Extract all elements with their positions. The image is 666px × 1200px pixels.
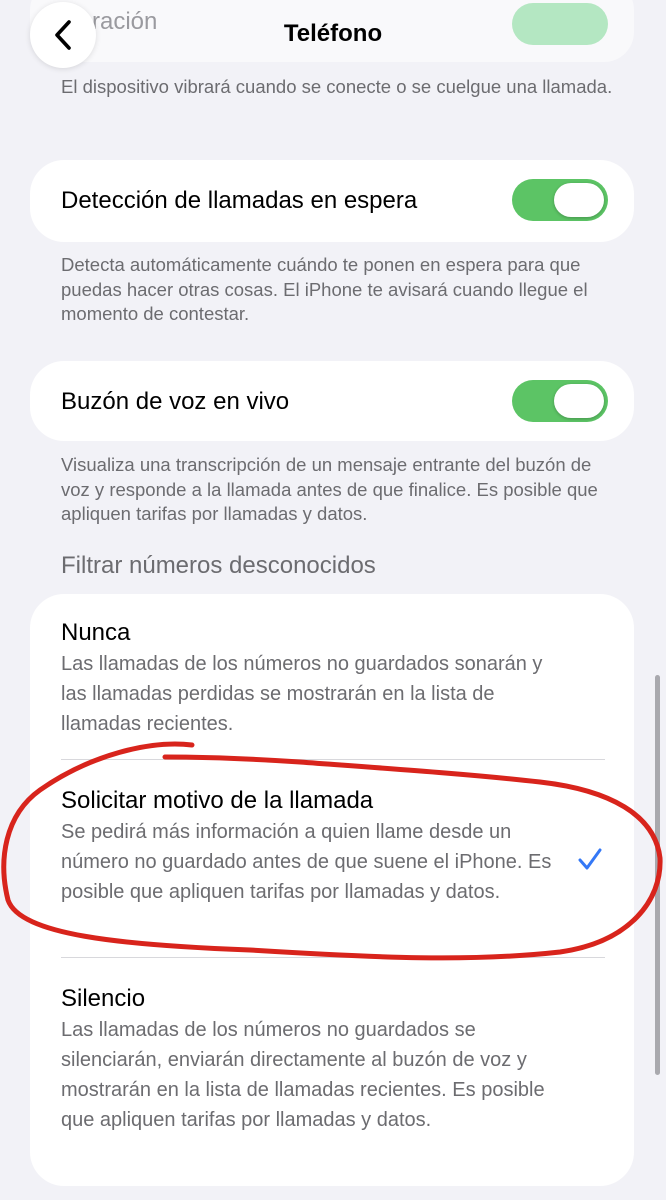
divider bbox=[61, 759, 605, 760]
toggle-knob bbox=[554, 183, 604, 217]
option-never-title[interactable]: Nunca bbox=[61, 619, 130, 647]
live-voicemail-toggle[interactable] bbox=[512, 380, 608, 422]
toggle-knob bbox=[554, 384, 604, 418]
live-voicemail-footnote: Visualiza una transcripción de un mensaj… bbox=[61, 454, 598, 524]
scrollbar[interactable] bbox=[655, 675, 660, 1075]
option-never-description: Las llamadas de los números no guardados… bbox=[61, 653, 543, 735]
live-voicemail-label: Buzón de voz en vivo bbox=[61, 388, 290, 415]
option-ask-reason-title[interactable]: Solicitar motivo de la llamada bbox=[61, 787, 373, 815]
hold-detection-label: Detección de llamadas en espera bbox=[61, 187, 418, 214]
option-ask-reason-description: Se pedirá más información a quien llame … bbox=[61, 821, 552, 903]
page-title: Teléfono bbox=[283, 20, 383, 47]
divider bbox=[61, 957, 605, 958]
hold-detection-footnote: Detecta automáticamente cuándo te ponen … bbox=[61, 254, 588, 324]
hold-detection-toggle[interactable] bbox=[512, 179, 608, 221]
screen-unknown-header: Filtrar números desconocidos bbox=[61, 552, 376, 579]
checkmark-icon bbox=[578, 848, 602, 870]
option-silence-title[interactable]: Silencio bbox=[61, 985, 145, 1013]
vibration-footnote: El dispositivo vibrará cuando se conecte… bbox=[61, 76, 613, 97]
option-silence-description: Las llamadas de los números no guardados… bbox=[61, 1019, 545, 1131]
